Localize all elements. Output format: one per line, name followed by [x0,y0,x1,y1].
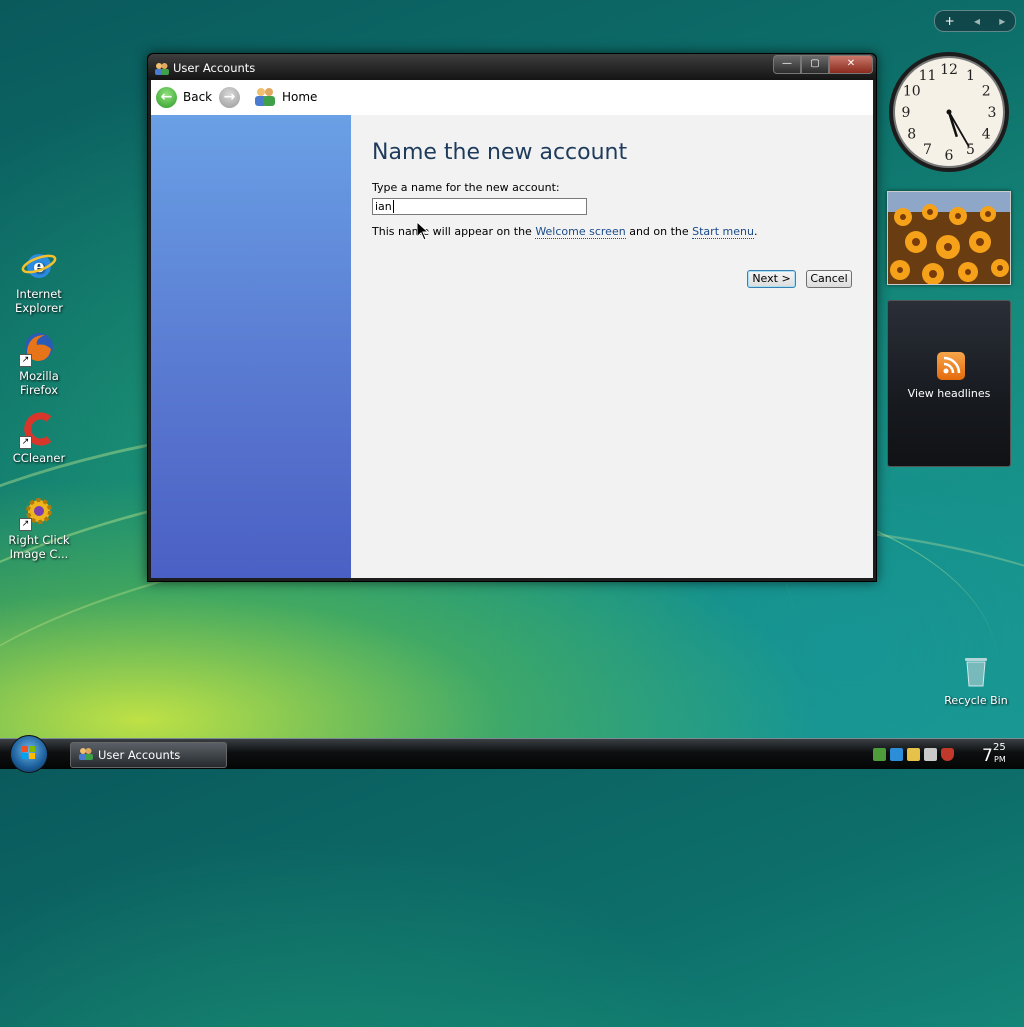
internet-explorer-icon: e [21,247,57,283]
add-gadget-button[interactable]: + [945,14,955,28]
desktop-icon-right-click-image-converter[interactable]: ↗ Right Click Image C... [1,493,77,561]
page-title: Name the new account [372,140,628,165]
start-menu-link[interactable]: Start menu [692,225,754,239]
welcome-screen-link[interactable]: Welcome screen [535,225,626,239]
tray-network-icon[interactable] [890,747,903,761]
forward-button[interactable]: → [219,84,240,110]
user-accounts-icon [154,60,169,79]
next-page-button[interactable]: ▸ [999,14,1005,28]
user-accounts-icon [78,747,93,763]
recycle-bin-icon [962,655,990,690]
shortcut-arrow-icon: ↗ [19,436,32,449]
tray-app-icon[interactable] [907,747,920,761]
desktop-icon-label: CCleaner [12,451,66,465]
text-cursor [392,200,394,213]
feed-headlines-gadget[interactable]: View headlines [887,300,1011,467]
next-button[interactable]: Next > [747,270,796,288]
shortcut-arrow-icon: ↗ [19,518,32,531]
windows-logo-icon [22,746,35,759]
desktop-icon-label: Mozilla [19,369,59,383]
clock-number: 11 [919,68,937,84]
desktop-icon-internet-explorer[interactable]: e Internet Explorer [1,247,77,315]
mouse-pointer-icon [416,220,430,245]
user-accounts-home-icon [254,86,276,109]
forward-arrow-icon: → [219,86,240,108]
tray-update-icon[interactable] [873,747,886,761]
desktop-icon-label: Right Click [8,533,70,547]
clock-number: 2 [982,84,991,100]
clock-number: 4 [982,127,991,143]
desktop-icon-label: Internet [16,287,62,301]
clock-ampm: PM [994,755,1006,764]
account-name-input[interactable]: ian [372,198,587,215]
clock-minute: 25 [993,742,1006,753]
clock-number: 3 [988,105,997,121]
minimize-button[interactable]: — [773,55,801,74]
recycle-bin-label: Recycle Bin [944,694,1008,707]
account-name-value: ian [375,200,392,213]
flowers-photo [888,192,1010,284]
maximize-button[interactable]: ▢ [801,55,829,74]
desktop-icon-label: Image C... [9,547,69,561]
desktop-icon-label: Explorer [15,301,63,315]
task-pane [151,115,351,578]
info-text: This name will appear on the [372,225,536,238]
slideshow-gadget[interactable] [887,191,1011,285]
taskbar-item-label: User Accounts [98,748,181,762]
account-name-prompt: Type a name for the new account: [372,181,560,194]
tray-security-shield-icon[interactable] [941,747,954,761]
home-button[interactable]: Home [254,84,317,110]
gear-icon: ↗ [19,493,57,531]
back-label: Back [183,90,213,104]
info-text: . [753,225,758,238]
back-arrow-icon: ← [156,86,177,108]
desktop-icon-ccleaner[interactable]: ↗ CCleaner [1,411,77,465]
clock-number: 1 [966,68,975,84]
rss-icon [937,352,965,380]
clock-hour: 7 [982,746,993,766]
navigation-bar: ← Back → Home [151,80,873,115]
close-button[interactable]: ✕ [829,55,873,74]
clock-number: 6 [945,148,954,164]
cancel-button[interactable]: Cancel [806,270,852,288]
clock-gadget[interactable]: 12 1 2 3 4 5 6 7 8 9 10 11 [887,50,1011,178]
back-button[interactable]: ← Back [156,84,212,110]
wizard-content: Name the new account Type a name for the… [351,115,873,578]
ccleaner-icon: ↗ [19,411,57,449]
home-label: Home [282,90,318,104]
desktop-icon-mozilla-firefox[interactable]: ↗ Mozilla Firefox [1,329,77,397]
start-button[interactable] [10,735,48,773]
window-titlebar[interactable]: User Accounts — ▢ ✕ [148,54,876,80]
taskbar-item-user-accounts[interactable]: User Accounts [70,742,227,768]
clock-number: 7 [923,142,932,158]
shortcut-arrow-icon: ↗ [19,354,32,367]
clock-number: 8 [907,127,916,143]
view-headlines-link[interactable]: View headlines [888,387,1010,400]
taskbar: User Accounts 7 25 PM [0,735,1024,773]
info-text: and on the [625,225,693,238]
tray-wand-icon[interactable] [924,747,937,761]
window-title: User Accounts [173,61,256,75]
user-accounts-window: User Accounts — ▢ ✕ ← Back → Home Name t… [147,53,877,582]
account-name-info: This name will appear on the Welcome scr… [372,225,758,239]
clock-number: 9 [902,105,911,121]
firefox-icon: ↗ [19,329,57,367]
clock-number: 10 [903,84,921,100]
previous-page-button[interactable]: ◂ [974,14,980,28]
sidebar-controls: + ◂ ▸ [934,10,1016,32]
notification-area [873,743,978,765]
clock-number: 12 [940,62,958,78]
desktop-icon-recycle-bin[interactable]: Recycle Bin [940,655,1012,707]
desktop-icon-label: Firefox [19,383,59,397]
